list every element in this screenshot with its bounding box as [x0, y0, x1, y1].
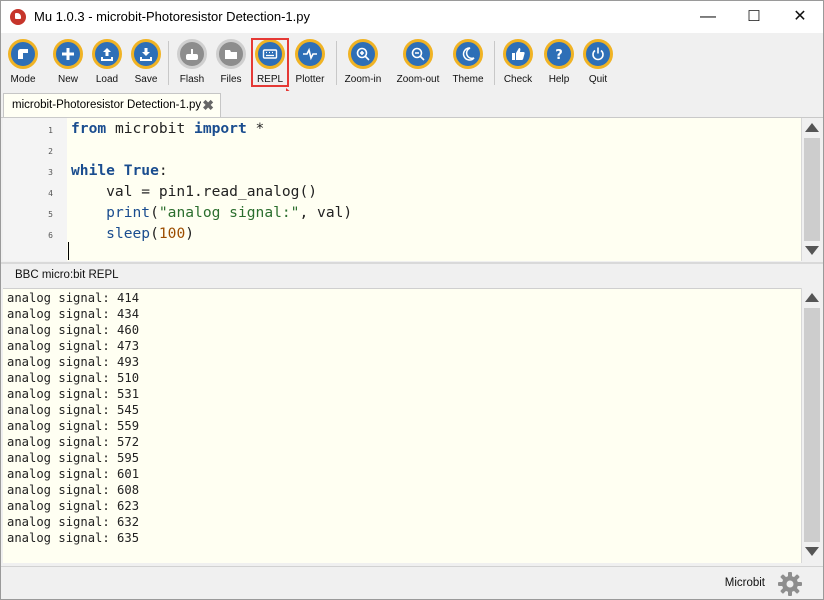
repl-line: analog signal: 559: [7, 419, 140, 433]
scroll-down-icon[interactable]: [805, 246, 819, 255]
repl-highlight-box: [251, 38, 289, 87]
scrollbar-thumb[interactable]: [804, 138, 820, 241]
repl-output[interactable]: analog signal: 414 analog signal: 434 anal…: [3, 288, 801, 563]
repl-line: analog signal: 623: [7, 499, 140, 513]
repl-line: analog signal: 493: [7, 355, 140, 369]
zoom-out-icon: [403, 39, 433, 69]
repl-line: analog signal: 434: [7, 307, 140, 321]
minimize-button[interactable]: —: [685, 1, 731, 33]
theme-button[interactable]: Theme: [448, 39, 488, 85]
scroll-up-icon[interactable]: [805, 123, 819, 132]
thumbs-up-icon: [503, 39, 533, 69]
mode-icon: [8, 39, 38, 69]
repl-line: analog signal: 601: [7, 467, 140, 481]
gear-icon[interactable]: [777, 571, 803, 597]
code-editor[interactable]: 1 2 3 4 5 6 from microbit import * while…: [3, 118, 801, 261]
files-icon: [216, 39, 246, 69]
line-number: 5: [48, 210, 53, 219]
repl-line: analog signal: 473: [7, 339, 140, 353]
tab-bar: microbit-Photoresistor Detection-1.py ✖: [1, 91, 823, 118]
repl-scrollbar[interactable]: [801, 288, 822, 563]
line-number: 6: [48, 231, 53, 240]
toolbar: Mode New Load Save Flash Files REPL Plot…: [1, 33, 823, 91]
repl-line: analog signal: 635: [7, 531, 140, 545]
line-number: 3: [48, 168, 53, 177]
repl-line: analog signal: 531: [7, 387, 140, 401]
mode-indicator: Microbit: [724, 577, 765, 589]
moon-icon: [453, 39, 483, 69]
repl-line: analog signal: 608: [7, 483, 140, 497]
download-icon: [131, 39, 161, 69]
editor-scrollbar[interactable]: [801, 118, 822, 261]
line-number: 1: [48, 126, 53, 135]
code-line: print("analog signal:", val): [106, 204, 353, 221]
scrollbar-thumb[interactable]: [804, 308, 820, 542]
repl-line: analog signal: 460: [7, 323, 140, 337]
repl-line: analog signal: 510: [7, 371, 140, 385]
line-number-gutter: 1 2 3 4 5 6: [3, 118, 67, 261]
svg-text:?: ?: [555, 48, 563, 62]
power-icon: [583, 39, 613, 69]
code-line: while True:: [71, 162, 168, 179]
zoom-in-button[interactable]: Zoom-in: [343, 39, 383, 85]
code-line: from microbit import *: [71, 120, 265, 137]
plus-icon: [53, 39, 83, 69]
text-cursor: [68, 242, 69, 260]
quit-button[interactable]: Quit: [578, 39, 618, 85]
mu-editor-window: Mu 1.0.3 - microbit-Photoresistor Detect…: [0, 0, 824, 600]
repl-line: analog signal: 595: [7, 451, 140, 465]
zoom-out-button[interactable]: Zoom-out: [397, 39, 439, 85]
repl-pane-title: BBC micro:bit REPL: [15, 269, 119, 281]
repl-line: analog signal: 632: [7, 515, 140, 529]
code-line: val = pin1.read_analog(): [71, 183, 318, 200]
tab-label: microbit-Photoresistor Detection-1.py: [12, 99, 202, 111]
upload-icon: [92, 39, 122, 69]
window-title: Mu 1.0.3 - microbit-Photoresistor Detect…: [34, 9, 310, 24]
repl-line: analog signal: 414: [7, 291, 140, 305]
zoom-in-icon: [348, 39, 378, 69]
line-number: 4: [48, 189, 53, 198]
plotter-button[interactable]: Plotter: [290, 39, 330, 85]
mu-logo-icon: [10, 9, 26, 25]
line-number: 2: [48, 147, 53, 156]
repl-line: analog signal: 572: [7, 435, 140, 449]
flash-icon: [177, 39, 207, 69]
pane-splitter[interactable]: [1, 262, 823, 264]
close-button[interactable]: ✕: [777, 1, 823, 33]
repl-line: analog signal: 545: [7, 403, 140, 417]
scroll-up-icon[interactable]: [805, 293, 819, 302]
tab-close-icon[interactable]: ✖: [202, 97, 214, 114]
question-icon: ?: [544, 39, 574, 69]
title-bar: Mu 1.0.3 - microbit-Photoresistor Detect…: [1, 1, 823, 33]
pulse-icon: [295, 39, 325, 69]
tab-file[interactable]: microbit-Photoresistor Detection-1.py ✖: [3, 93, 221, 117]
code-line: sleep(100): [106, 225, 195, 242]
code-text-area[interactable]: from microbit import * while True: val =…: [67, 118, 801, 261]
scroll-down-icon[interactable]: [805, 547, 819, 556]
status-bar: Microbit: [1, 566, 823, 599]
maximize-button[interactable]: ☐: [731, 1, 777, 33]
